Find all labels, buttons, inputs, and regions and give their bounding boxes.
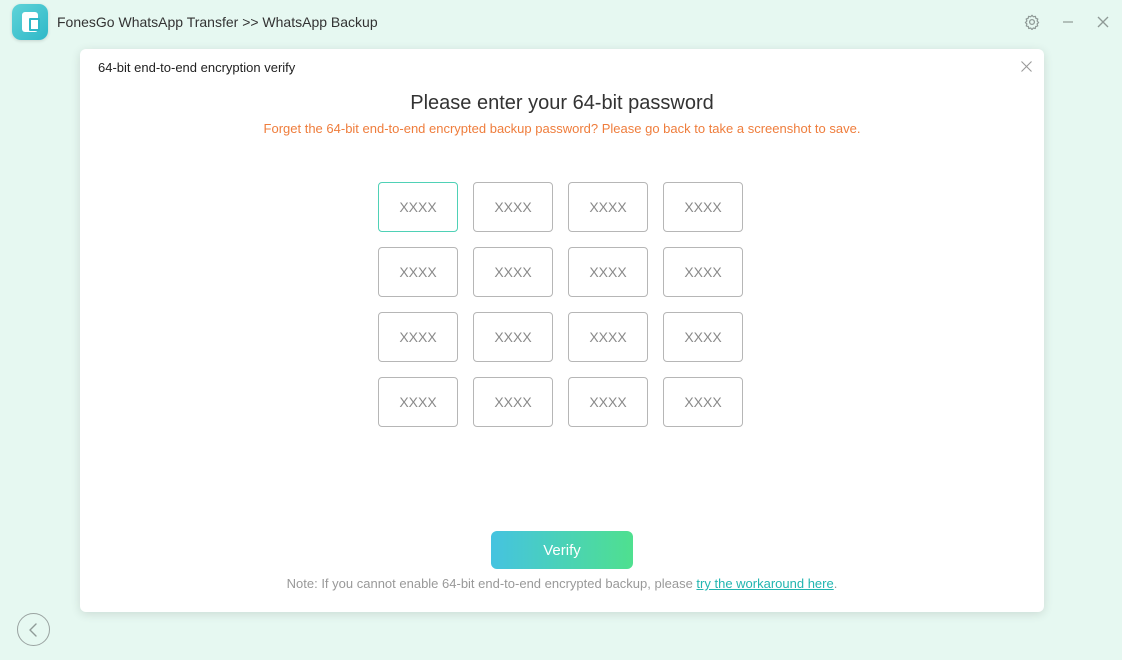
minimize-button[interactable]	[1058, 12, 1078, 32]
gear-icon	[1024, 14, 1040, 30]
encryption-verify-dialog: 64-bit end-to-end encryption verify Plea…	[80, 49, 1044, 612]
app-title: FonesGo WhatsApp Transfer >> WhatsApp Ba…	[57, 14, 378, 30]
password-field-1[interactable]	[378, 182, 458, 232]
verify-button[interactable]: Verify	[491, 531, 633, 569]
password-field-12[interactable]	[663, 312, 743, 362]
app-logo-icon	[12, 4, 48, 40]
password-field-3[interactable]	[568, 182, 648, 232]
password-grid	[378, 182, 743, 427]
chevron-left-icon	[28, 622, 37, 637]
workaround-link[interactable]: try the workaround here	[696, 576, 833, 591]
password-field-7[interactable]	[568, 247, 648, 297]
close-icon	[1097, 16, 1109, 28]
back-button[interactable]	[17, 613, 50, 646]
password-field-16[interactable]	[663, 377, 743, 427]
title-bar: FonesGo WhatsApp Transfer >> WhatsApp Ba…	[0, 0, 1122, 44]
password-field-9[interactable]	[378, 312, 458, 362]
page-title: Please enter your 64-bit password	[410, 92, 714, 114]
password-field-14[interactable]	[473, 377, 553, 427]
minimize-icon	[1063, 21, 1073, 23]
password-field-10[interactable]	[473, 312, 553, 362]
password-field-15[interactable]	[568, 377, 648, 427]
workaround-note: Note: If you cannot enable 64-bit end-to…	[80, 576, 1044, 591]
password-field-6[interactable]	[473, 247, 553, 297]
note-end: .	[833, 576, 838, 591]
note-text: Note: If you cannot enable 64-bit end-to…	[286, 576, 697, 591]
window-close-button[interactable]	[1093, 12, 1113, 32]
password-field-2[interactable]	[473, 182, 553, 232]
dialog-close-button[interactable]	[1018, 58, 1034, 74]
dialog-title: 64-bit end-to-end encryption verify	[98, 60, 296, 75]
close-icon	[1020, 60, 1032, 72]
settings-button[interactable]	[1022, 12, 1042, 32]
password-field-8[interactable]	[663, 247, 743, 297]
password-field-13[interactable]	[378, 377, 458, 427]
password-field-5[interactable]	[378, 247, 458, 297]
password-field-4[interactable]	[663, 182, 743, 232]
password-hint: Forget the 64-bit end-to-end encrypted b…	[263, 121, 861, 136]
password-field-11[interactable]	[568, 312, 648, 362]
